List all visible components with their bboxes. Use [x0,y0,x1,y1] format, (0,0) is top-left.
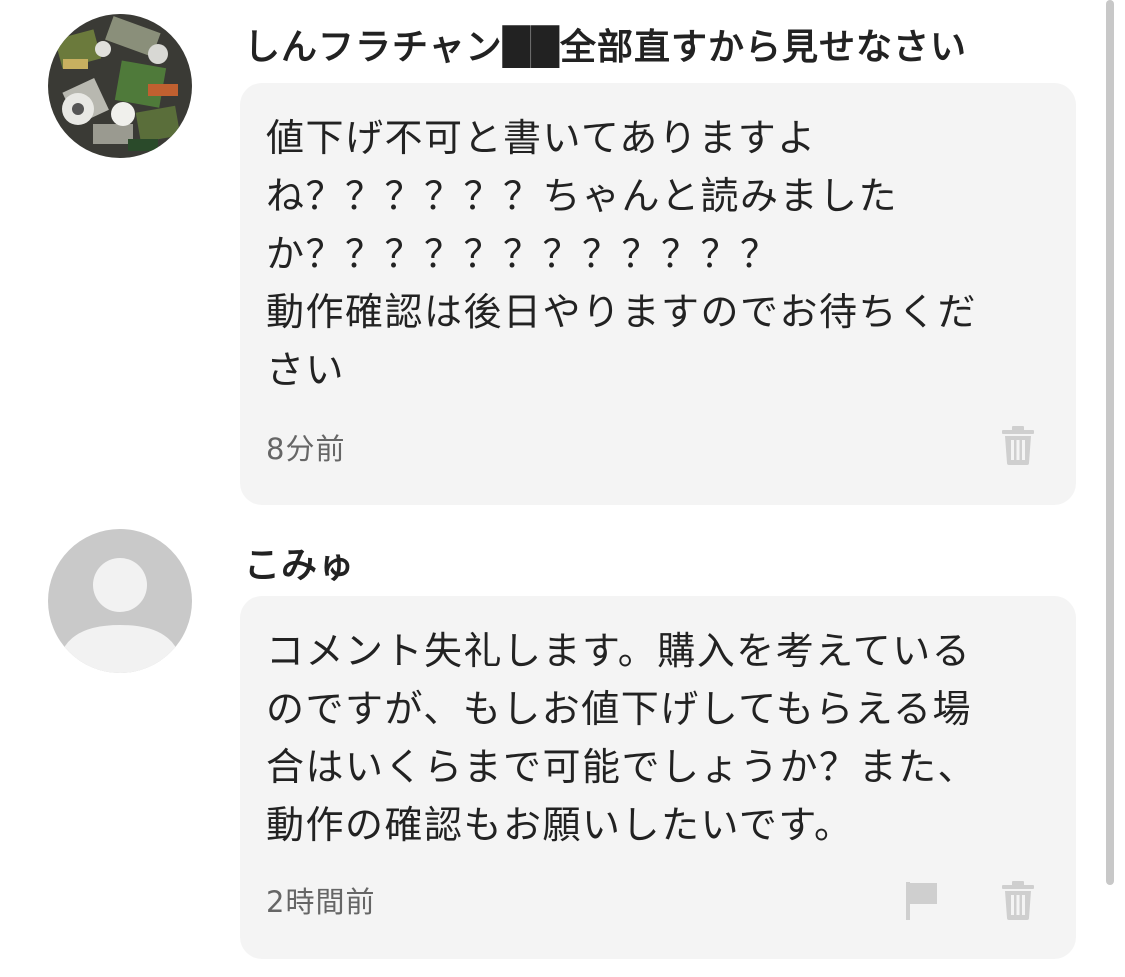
default-user-avatar-icon [48,529,192,673]
comment-bubble: 値下げ不可と書いてありますよ ね？？？？？？ちゃんと読みました か？？？？？？？… [240,83,1076,505]
comment-bubble: コメント失礼します。購入を考えている のですが、もしお値下げしてもらえる場 合は… [240,596,1076,959]
avatar[interactable] [48,14,192,158]
trash-icon[interactable] [1000,880,1036,920]
comment-body: 値下げ不可と書いてありますよ ね？？？？？？ちゃんと読みました か？？？？？？？… [266,116,978,392]
photo-avatar-image [48,14,192,158]
flag-icon[interactable] [904,880,940,920]
timestamp: 2時間前 [266,885,376,919]
avatar[interactable] [48,529,192,673]
username[interactable]: こみゅ [244,536,355,588]
username[interactable]: しんフラチャン██全部直すから見せなさい [244,18,967,70]
timestamp: 8分前 [266,432,346,466]
comment-body: コメント失礼します。購入を考えている のですが、もしお値下げしてもらえる場 合は… [266,629,978,847]
scrollbar[interactable] [1106,0,1114,885]
trash-icon[interactable] [1000,425,1036,465]
